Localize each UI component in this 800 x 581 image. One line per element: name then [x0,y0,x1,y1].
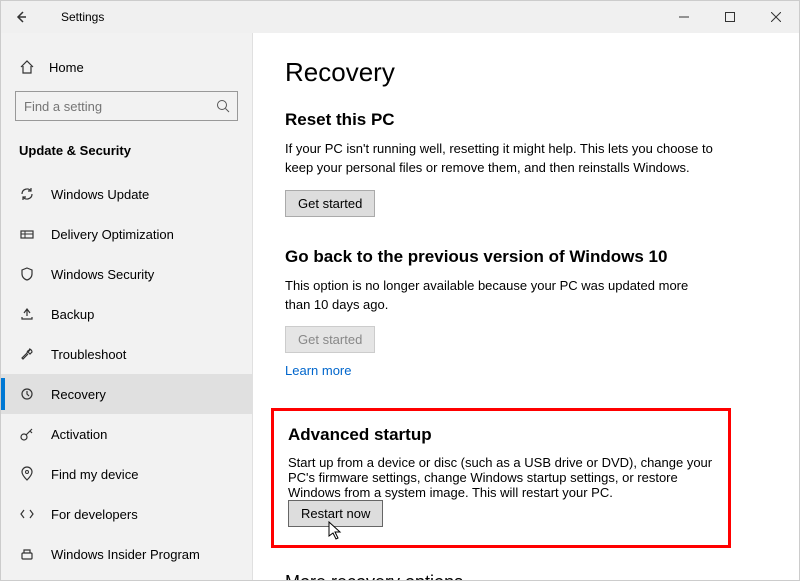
sidebar-item-label: Recovery [51,387,106,402]
shield-icon [19,266,35,282]
sidebar-item-label: Troubleshoot [51,347,126,362]
window-title: Settings [61,10,104,24]
learn-more-link[interactable]: Learn more [285,363,351,378]
recovery-icon [19,386,35,402]
sidebar-item-activation[interactable]: Activation [1,414,252,454]
sidebar: Home Update & Security Windows Update De… [1,33,253,580]
reset-get-started-button[interactable]: Get started [285,190,375,217]
sidebar-item-delivery-optimization[interactable]: Delivery Optimization [1,214,252,254]
home-button[interactable]: Home [1,51,252,83]
search-box[interactable] [15,91,238,121]
advanced-startup-heading: Advanced startup [288,425,714,445]
backup-icon [19,306,35,322]
location-icon [19,466,35,482]
delivery-icon [19,226,35,242]
home-label: Home [49,60,84,75]
maximize-icon [725,12,735,22]
go-back-text: This option is no longer available becau… [285,277,715,315]
go-back-section: Go back to the previous version of Windo… [285,247,763,379]
troubleshoot-icon [19,346,35,362]
sidebar-item-windows-insider[interactable]: Windows Insider Program [1,534,252,574]
more-recovery-heading: More recovery options [285,572,763,580]
sidebar-item-troubleshoot[interactable]: Troubleshoot [1,334,252,374]
sync-icon [19,186,35,202]
sidebar-item-label: Windows Insider Program [51,547,200,562]
sidebar-item-windows-security[interactable]: Windows Security [1,254,252,294]
minimize-icon [679,12,689,22]
close-icon [771,12,781,22]
search-icon [209,92,237,120]
advanced-startup-highlight: Advanced startup Start up from a device … [271,408,731,548]
sidebar-item-recovery[interactable]: Recovery [1,374,252,414]
advanced-startup-text: Start up from a device or disc (such as … [288,455,714,500]
sidebar-item-label: Windows Update [51,187,149,202]
sidebar-item-label: Delivery Optimization [51,227,174,242]
sidebar-item-backup[interactable]: Backup [1,294,252,334]
go-back-heading: Go back to the previous version of Windo… [285,247,763,267]
home-icon [19,59,35,75]
reset-pc-section: Reset this PC If your PC isn't running w… [285,110,763,217]
developer-icon [19,506,35,522]
minimize-button[interactable] [661,1,707,33]
search-input[interactable] [16,99,209,114]
sidebar-item-for-developers[interactable]: For developers [1,494,252,534]
sidebar-item-label: Activation [51,427,107,442]
go-back-get-started-button: Get started [285,326,375,353]
sidebar-section-title: Update & Security [1,129,252,168]
reset-pc-heading: Reset this PC [285,110,763,130]
sidebar-item-label: Windows Security [51,267,154,282]
sidebar-item-label: Backup [51,307,94,322]
close-button[interactable] [753,1,799,33]
titlebar: Settings [1,1,799,33]
maximize-button[interactable] [707,1,753,33]
main-content: Recovery Reset this PC If your PC isn't … [253,33,799,580]
sidebar-nav: Windows Update Delivery Optimization Win… [1,174,252,574]
sidebar-item-find-my-device[interactable]: Find my device [1,454,252,494]
key-icon [19,426,35,442]
insider-icon [19,546,35,562]
back-button[interactable] [5,1,37,33]
page-title: Recovery [285,57,763,88]
sidebar-item-label: For developers [51,507,138,522]
reset-pc-text: If your PC isn't running well, resetting… [285,140,715,178]
restart-now-button[interactable]: Restart now [288,500,383,527]
arrow-left-icon [14,10,28,24]
sidebar-item-windows-update[interactable]: Windows Update [1,174,252,214]
sidebar-item-label: Find my device [51,467,138,482]
